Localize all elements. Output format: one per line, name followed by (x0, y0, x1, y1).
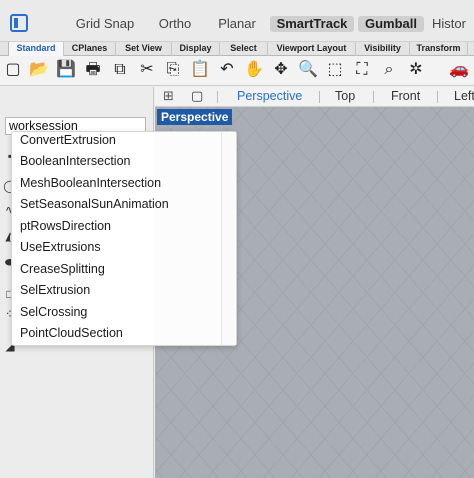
ortho-button[interactable]: Ortho (152, 16, 198, 32)
tab-viewport-layout[interactable]: Viewport Layout (268, 42, 356, 56)
gumball-button[interactable]: Gumball (358, 16, 424, 32)
grid-line (374, 107, 474, 223)
zoom-icon[interactable]: 🔍 (297, 59, 319, 81)
sidebar-toggle-icon[interactable] (10, 14, 28, 32)
grid-line (290, 107, 474, 320)
divider (217, 91, 218, 103)
grid-line (374, 362, 474, 478)
tab-select[interactable]: Select (220, 42, 268, 56)
zoom-selected-icon[interactable]: ⌕ (378, 59, 400, 81)
list-item[interactable]: ptRowsDirection (20, 216, 111, 236)
single-viewport-icon[interactable]: ▢ (191, 87, 207, 107)
grid-line (290, 265, 474, 478)
smarttrack-button[interactable]: SmartTrack (270, 16, 354, 32)
save-icon[interactable]: 💾 (55, 59, 77, 81)
list-item[interactable]: SelCrossing (20, 302, 87, 322)
viewport-tabs: ⊞ ▢ Perspective Top Front Left (155, 87, 474, 107)
tab-front[interactable]: Front (391, 87, 420, 107)
car-icon[interactable]: 🚗 (448, 59, 470, 81)
tab-set-view[interactable]: Set View (116, 42, 172, 56)
tab-standard[interactable]: Standard (8, 42, 64, 56)
grid-line (430, 427, 474, 478)
grid-line (346, 330, 474, 478)
grid-line (206, 107, 474, 418)
tab-transform[interactable]: Transform (410, 42, 468, 56)
list-item[interactable]: UseExtrusions (20, 237, 101, 257)
rotate-view-icon[interactable]: ✥ (270, 59, 292, 81)
divider (373, 91, 374, 103)
pan-hand-icon[interactable]: ✋ (243, 59, 265, 81)
status-bar: Grid Snap Ortho Planar SmartTrack Gumbal… (0, 0, 474, 42)
four-viewports-icon[interactable]: ⊞ (163, 87, 177, 107)
grid-line (262, 107, 474, 353)
planar-button[interactable]: Planar (212, 16, 262, 32)
viewport-label[interactable]: Perspective (157, 109, 233, 125)
tab-display[interactable]: Display (172, 42, 220, 56)
list-item[interactable]: SelExtrusion (20, 280, 90, 300)
tab-visibility[interactable]: Visibility (356, 42, 410, 56)
grid-line (458, 459, 474, 478)
grid-line (402, 107, 474, 190)
open-folder-icon[interactable]: 📂 (28, 59, 50, 81)
grid-line (402, 395, 474, 478)
command-autocomplete-list: ConvertExtrusion BooleanIntersection Mes… (11, 131, 237, 346)
grid-line (234, 200, 474, 478)
tab-top[interactable]: Top (335, 87, 355, 107)
list-item[interactable]: SetSeasonalSunAnimation (20, 194, 169, 214)
grid-snap-button[interactable]: Grid Snap (70, 16, 140, 32)
history-button[interactable]: Histor (432, 16, 474, 32)
print-icon[interactable]: 🖶 (82, 59, 104, 81)
list-item[interactable]: ConvertExtrusion (20, 130, 116, 150)
grid-line (430, 107, 474, 158)
grid-line (206, 167, 474, 478)
autocomplete-scrollbar[interactable] (221, 132, 236, 345)
divider (437, 91, 438, 103)
list-item[interactable]: MeshBooleanIntersection (20, 173, 161, 193)
tab-perspective[interactable]: Perspective (237, 87, 302, 107)
grid-line (234, 107, 474, 385)
zoom-window-icon[interactable]: ⬚ (324, 59, 346, 81)
import-icon[interactable]: ⧉ (109, 59, 131, 81)
undo-icon[interactable]: ↶ (216, 59, 238, 81)
grid-line (458, 107, 474, 126)
copy-icon[interactable]: ⎘ (162, 59, 184, 81)
paste-icon[interactable]: 📋 (189, 59, 211, 81)
new-document-icon[interactable]: ▢ (2, 59, 24, 81)
standard-toolbar: ▢ 📂 💾 🖶 ⧉ ✂ ⎘ 📋 ↶ ✋ ✥ 🔍 ⬚ ⛶ ⌕ ✲ 🚗 (0, 56, 474, 86)
select-options-icon[interactable]: ✲ (405, 59, 427, 81)
list-item[interactable]: BooleanIntersection (20, 151, 131, 171)
grid-line (262, 232, 474, 478)
tab-left[interactable]: Left (454, 87, 474, 107)
cut-icon[interactable]: ✂ (136, 59, 158, 81)
list-item[interactable]: PointCloudSection (20, 323, 123, 343)
toolbar-tabs: Standard CPlanes Set View Display Select… (0, 42, 474, 56)
grid-line (346, 107, 474, 255)
zoom-extents-icon[interactable]: ⛶ (351, 59, 373, 81)
tab-cplanes[interactable]: CPlanes (64, 42, 116, 56)
list-item[interactable]: CreaseSplitting (20, 259, 105, 279)
divider (319, 91, 320, 103)
